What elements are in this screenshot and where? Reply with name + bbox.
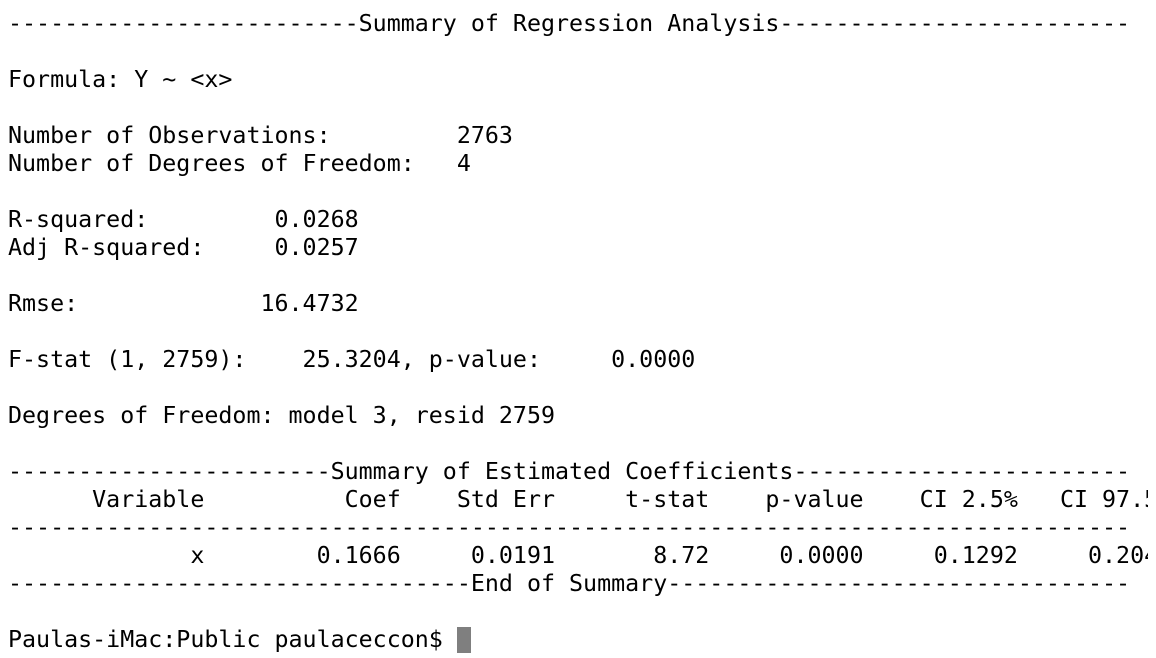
coefficients-column-headers: Variable Coef Std Err t-stat p-value CI … — [8, 486, 1148, 513]
degrees-of-freedom-line: Number of Degrees of Freedom: 4 — [8, 150, 471, 177]
model-dof-line: Degrees of Freedom: model 3, resid 2759 — [8, 402, 556, 429]
terminal-window[interactable]: -------------------------Summary of Regr… — [8, 10, 1148, 654]
adj-r-squared-line: Adj R-squared: 0.0257 — [8, 234, 359, 261]
observations-line: Number of Observations: 2763 — [8, 122, 513, 149]
terminal-cursor — [456, 627, 471, 653]
summary-header-line: -------------------------Summary of Regr… — [8, 10, 1131, 37]
r-squared-line: R-squared: 0.0268 — [8, 206, 359, 233]
shell-prompt-line[interactable]: Paulas-iMac:Public paulaceccon$ — [8, 626, 1148, 654]
shell-prompt: Paulas-iMac:Public paulaceccon$ — [8, 626, 443, 653]
rmse-line: Rmse: 16.4732 — [8, 290, 359, 317]
end-of-summary-line: ---------------------------------End of … — [8, 570, 1131, 597]
separator-line: ----------------------------------------… — [8, 514, 1131, 541]
formula-line: Formula: Y ~ <x> — [8, 66, 233, 93]
coefficient-row: x 0.1666 0.0191 8.72 0.0000 0.1292 0.204… — [8, 542, 1148, 569]
coefficients-header-line: -----------------------Summary of Estima… — [8, 458, 1131, 485]
f-stat-line: F-stat (1, 2759): 25.3204, p-value: 0.00… — [8, 346, 696, 373]
